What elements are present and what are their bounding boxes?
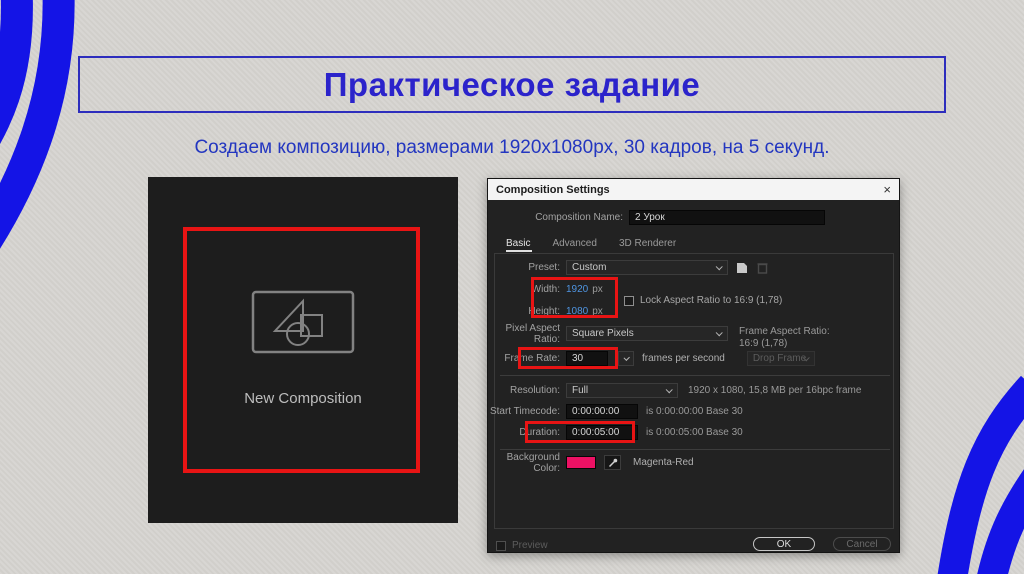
divider — [500, 375, 890, 376]
height-row: Height: 1080 px — [488, 304, 891, 319]
height-label: Height: — [528, 306, 560, 317]
pixel-aspect-label: Pixel Aspect Ratio: — [505, 322, 560, 345]
dialog-body: Composition Name: 2 Урок Basic Advanced … — [488, 200, 899, 552]
background-color-label: Background Color: — [506, 451, 560, 474]
frame-aspect-value-row: 16:9 (1,78) — [739, 336, 891, 351]
frame-rate-label: Frame Rate: — [504, 353, 560, 364]
preset-dropdown[interactable]: Custom — [566, 260, 728, 275]
resolution-label: Resolution: — [509, 385, 560, 396]
duration-input[interactable]: 0:00:05:00 — [566, 425, 638, 440]
pixel-aspect-value: Square Pixels — [572, 328, 634, 339]
start-timecode-input[interactable]: 0:00:00:00 — [566, 404, 638, 419]
pixel-aspect-dropdown[interactable]: Square Pixels — [566, 326, 728, 341]
subtitle-text: Создаем композицию, размерами 1920x1080p… — [194, 137, 830, 158]
chevron-down-icon — [715, 263, 723, 271]
resolution-row: Resolution: Full 1920 x 1080, 15,8 MB pe… — [488, 383, 891, 398]
composition-panel: New Composition — [148, 177, 458, 523]
preset-value: Custom — [572, 262, 607, 273]
start-timecode-label: Start Timecode: — [489, 406, 560, 417]
new-composition-button[interactable]: New Composition — [148, 390, 458, 407]
frame-rate-row: Frame Rate: 30 frames per second Drop Fr… — [488, 351, 891, 366]
page-title: Практическое задание — [323, 65, 701, 103]
dialog-tabs: Basic Advanced 3D Renderer — [506, 236, 891, 251]
slide-canvas: { "slide": { "title": "Практическое зада… — [0, 0, 1024, 574]
preview-row: Preview — [496, 538, 891, 553]
preset-label: Preset: — [528, 262, 560, 273]
frame-rate-dropdown-button[interactable] — [618, 351, 634, 366]
active-tab-underline — [506, 250, 532, 252]
dialog-title: Composition Settings — [496, 183, 610, 196]
width-unit: px — [592, 284, 603, 295]
tab-advanced[interactable]: Advanced — [552, 238, 596, 249]
eyedropper-button[interactable] — [604, 455, 621, 470]
composition-name-row: Composition Name: 2 Урок — [488, 210, 891, 225]
height-value[interactable]: 1080 — [566, 306, 588, 317]
frames-per-second-label: frames per second — [642, 353, 725, 364]
close-icon[interactable]: × — [883, 182, 891, 197]
duration-label: Duration: — [519, 427, 560, 438]
delete-preset-icon[interactable] — [755, 260, 770, 275]
divider — [500, 449, 890, 450]
composition-name-label: Composition Name: — [535, 212, 623, 223]
tab-3d-renderer[interactable]: 3D Renderer — [619, 238, 676, 249]
chevron-down-icon — [665, 386, 673, 394]
composition-settings-dialog: Composition Settings × Composition Name:… — [487, 178, 900, 553]
duration-row: Duration: 0:00:05:00 is 0:00:05:00 Base … — [488, 425, 891, 440]
background-color-swatch[interactable] — [566, 456, 596, 469]
resolution-value: Full — [572, 385, 589, 396]
frame-aspect-value: 16:9 (1,78) — [739, 338, 788, 349]
title-box: Практическое задание — [78, 56, 946, 113]
frame-rate-input[interactable]: 30 — [566, 351, 608, 366]
drop-frame-dropdown[interactable]: Drop Frame — [746, 351, 815, 366]
ok-button[interactable]: OK — [753, 537, 815, 551]
start-timecode-info: is 0:00:00:00 Base 30 — [646, 406, 743, 417]
dialog-titlebar[interactable]: Composition Settings × — [488, 179, 899, 200]
start-timecode-row: Start Timecode: 0:00:00:00 is 0:00:00:00… — [488, 404, 891, 419]
cancel-button[interactable]: Cancel — [833, 537, 891, 551]
tab-basic[interactable]: Basic — [506, 238, 530, 249]
save-preset-icon[interactable] — [734, 260, 749, 275]
composition-name-input[interactable]: 2 Урок — [629, 210, 825, 225]
height-unit: px — [592, 306, 603, 317]
width-label: Width: — [531, 284, 560, 295]
new-composition-icon[interactable] — [251, 290, 355, 354]
resolution-dropdown[interactable]: Full — [566, 383, 678, 398]
background-color-row: Background Color: Magenta-Red — [488, 452, 891, 474]
background-color-name: Magenta-Red — [633, 457, 694, 468]
preview-checkbox[interactable] — [496, 540, 506, 551]
preset-row: Preset: Custom — [488, 260, 891, 275]
duration-info: is 0:00:05:00 Base 30 — [646, 427, 743, 438]
chevron-down-icon — [623, 354, 630, 361]
drop-frame-value: Drop Frame — [752, 353, 807, 364]
eyedropper-icon — [608, 458, 617, 467]
width-value[interactable]: 1920 — [566, 284, 588, 295]
chevron-down-icon — [715, 329, 723, 337]
preview-label: Preview — [512, 540, 548, 551]
resolution-info: 1920 x 1080, 15,8 MB per 16bpc frame — [688, 385, 862, 396]
